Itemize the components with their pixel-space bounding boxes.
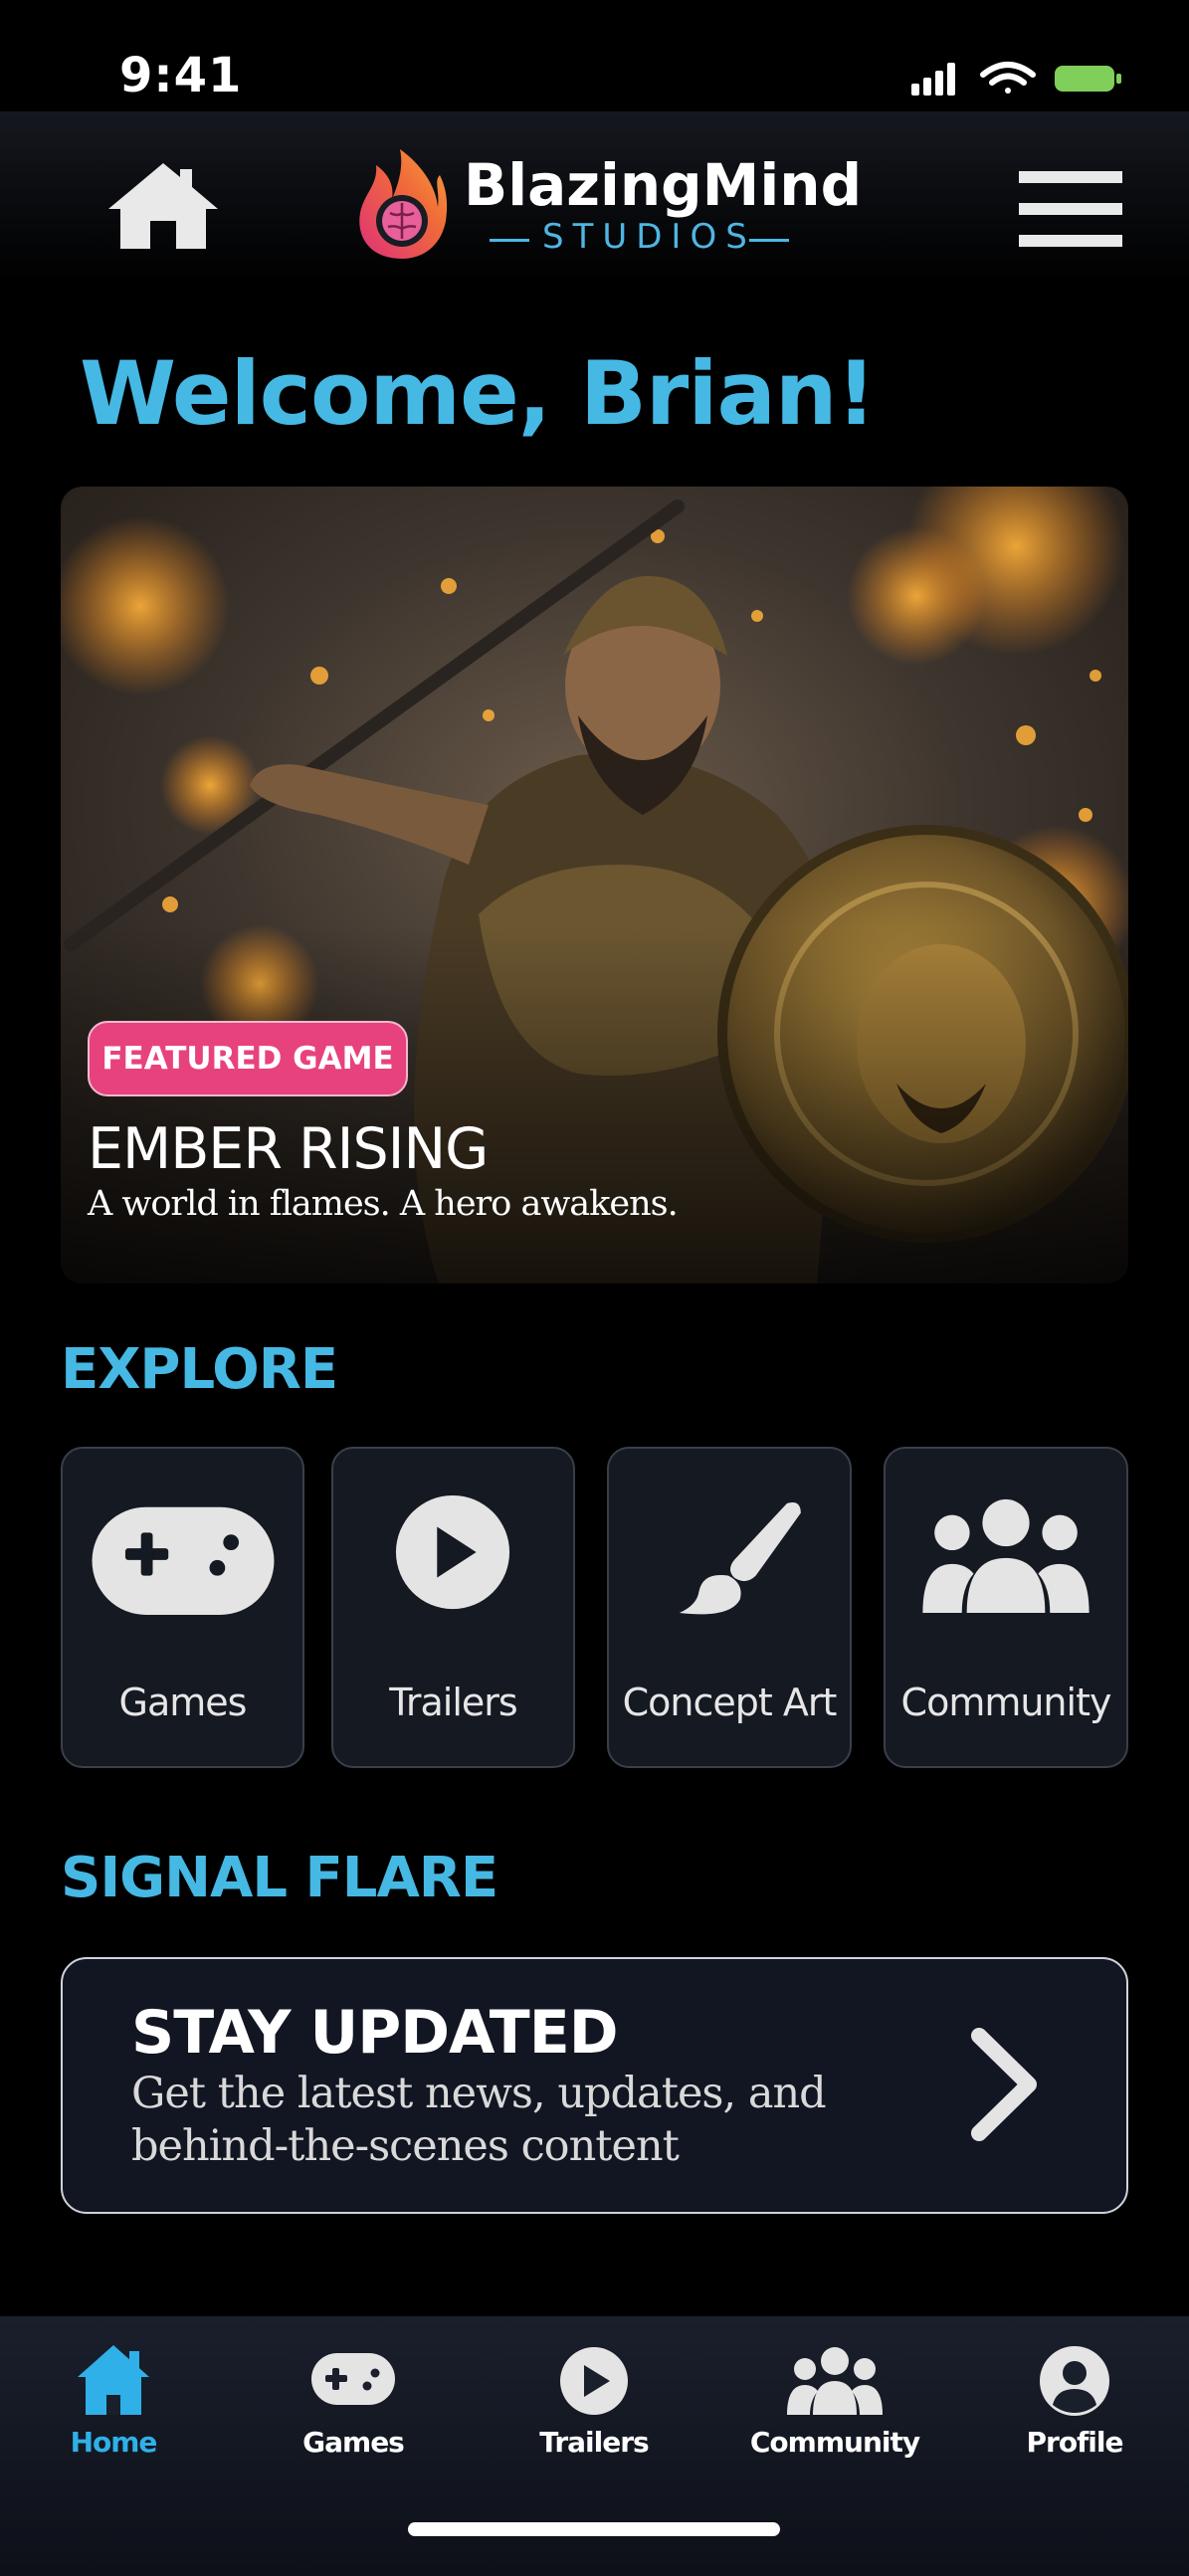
play-circle-icon	[395, 1494, 510, 1610]
tab-community[interactable]: Community	[735, 2333, 934, 2473]
wifi-icon	[980, 62, 1036, 94]
gamepad-icon	[311, 2353, 395, 2405]
stay-updated-text: Get the latest news, updates, and behind…	[131, 2069, 827, 2171]
tab-trailers[interactable]: Trailers	[495, 2333, 694, 2473]
home-indicator	[408, 2522, 780, 2536]
status-icons	[911, 62, 1121, 96]
brand-divider-right	[749, 239, 789, 242]
user-circle-icon	[1040, 2346, 1109, 2416]
brand-divider-left	[490, 239, 529, 242]
tab-label: Community	[749, 2426, 920, 2459]
status-time: 9:41	[119, 48, 243, 103]
tab-label: Trailers	[539, 2426, 649, 2459]
tab-label: Profile	[1026, 2426, 1124, 2459]
brand-name: BlazingMind	[464, 151, 863, 219]
featured-game-title: EMBER RISING	[88, 1116, 489, 1182]
users-icon	[922, 1498, 1090, 1614]
battery-icon	[1055, 66, 1121, 92]
users-icon	[787, 2347, 883, 2415]
hamburger-menu-icon[interactable]	[1019, 171, 1122, 247]
featured-game-badge: FEATURED GAME	[88, 1021, 408, 1096]
tab-label: Home	[70, 2426, 158, 2459]
tab-games[interactable]: Games	[254, 2333, 453, 2473]
chevron-right-icon[interactable]	[965, 2026, 1045, 2143]
gamepad-icon	[92, 1506, 275, 1615]
explore-card-label: Community	[900, 1681, 1112, 1724]
stay-updated-title: STAY UPDATED	[131, 1998, 619, 2068]
home-icon	[78, 2345, 149, 2415]
tab-label: Games	[302, 2426, 405, 2459]
flame-brain-logo	[359, 149, 448, 259]
explore-card-trailers[interactable]: Trailers	[331, 1447, 575, 1768]
explore-heading: EXPLORE	[61, 1337, 338, 1402]
home-icon[interactable]	[104, 159, 222, 251]
explore-card-concept-art[interactable]: Concept Art	[607, 1447, 852, 1768]
welcome-heading: Welcome, Brian!	[80, 342, 877, 445]
play-circle-icon	[560, 2347, 628, 2415]
explore-card-games[interactable]: Games	[61, 1447, 304, 1768]
brand-subtitle: STUDIOS	[542, 217, 756, 257]
paintbrush-icon	[679, 1501, 801, 1615]
tab-home[interactable]: Home	[14, 2333, 213, 2473]
featured-game-tagline: A world in flames. A hero awakens.	[88, 1184, 679, 1224]
tab-profile[interactable]: Profile	[975, 2333, 1174, 2473]
explore-card-community[interactable]: Community	[884, 1447, 1128, 1768]
explore-card-label: Games	[118, 1681, 248, 1724]
explore-card-label: Concept Art	[622, 1681, 838, 1724]
signal-flare-heading: SIGNAL FLARE	[61, 1846, 498, 1910]
signal-icon	[911, 63, 955, 96]
explore-card-label: Trailers	[389, 1681, 517, 1724]
